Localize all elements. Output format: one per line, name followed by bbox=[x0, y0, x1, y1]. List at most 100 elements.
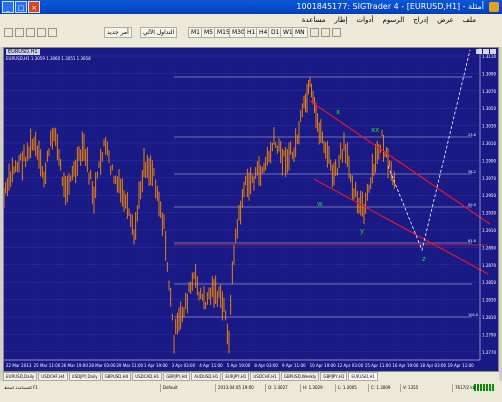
date-label: 25 Mar 11:00 bbox=[34, 363, 61, 368]
chart-tab[interactable]: EURJPY,H1 bbox=[222, 372, 250, 381]
chart-tab[interactable]: AUDUSD,H1 bbox=[191, 372, 222, 381]
connection-icon bbox=[474, 384, 494, 391]
date-label: 26 Mar 19:00 bbox=[61, 363, 88, 368]
chart-tab-active[interactable]: EURUSD,H1 bbox=[348, 372, 378, 381]
channel-upper-line bbox=[309, 100, 491, 225]
date-label: 12 Apr 03:00 bbox=[337, 363, 364, 368]
status-datetime: 2013.04.05 19:00 bbox=[215, 384, 254, 392]
fib-label: 61.8 bbox=[468, 239, 476, 243]
chart-tab[interactable]: USDCHF,H1 bbox=[250, 372, 280, 381]
new-chart-icon[interactable] bbox=[4, 28, 13, 37]
price-scale: 1.3110 1.3090 1.3070 1.3050 1.3030 1.3010 1.29… bbox=[479, 48, 496, 360]
chart-tab[interactable]: GBPUSD,Weekly bbox=[280, 372, 320, 381]
wave-label-z: z bbox=[422, 255, 426, 263]
status-high: H: 1.3029 bbox=[300, 384, 323, 392]
status-close: C: 1.3009 bbox=[368, 384, 390, 392]
menu-file[interactable]: ملف bbox=[463, 14, 476, 26]
wave-label-xx: xx bbox=[371, 126, 379, 134]
market-watch-icon[interactable] bbox=[26, 28, 35, 37]
menu-view[interactable]: عرض bbox=[437, 14, 454, 26]
new-order-button[interactable]: أمر جديد bbox=[104, 27, 132, 38]
menu-insert[interactable]: إدراج bbox=[413, 14, 428, 26]
price-label: 1.3070 bbox=[482, 89, 496, 94]
fib-label: 100.0 bbox=[468, 313, 478, 317]
status-volume: V: 1355 bbox=[400, 384, 418, 392]
price-label: 1.3010 bbox=[482, 141, 496, 146]
menu-help[interactable]: مساعدة bbox=[302, 14, 326, 26]
profiles-icon[interactable] bbox=[15, 28, 24, 37]
status-open: O: 1.3027 bbox=[265, 384, 288, 392]
channel-lower-line bbox=[313, 178, 489, 275]
menu-bar: ملف عرض إدراج الرسوم أدوات إطار مساعدة bbox=[0, 14, 502, 26]
chart-tabs: EURUSD,Daily USDCHF,H4 USDJPY,Daily GBPU… bbox=[3, 372, 499, 381]
window-controls: _ □ × bbox=[2, 1, 40, 13]
menu-charts[interactable]: الرسوم bbox=[382, 14, 404, 26]
wave-label-x: x bbox=[336, 108, 340, 116]
price-label: 1.2810 bbox=[482, 315, 496, 320]
fib-label: 50.0 bbox=[468, 203, 476, 207]
navigator-icon[interactable] bbox=[37, 28, 46, 37]
wave-label-y: y bbox=[360, 227, 364, 235]
date-label: 19 Apr 11:00 bbox=[448, 363, 475, 368]
date-label: 8 Apr 03:00 bbox=[254, 363, 278, 368]
menu-tools[interactable]: أدوات bbox=[357, 14, 374, 26]
crosshair-icon[interactable] bbox=[332, 28, 341, 37]
wave-label-w: w bbox=[317, 200, 323, 208]
price-label: 1.2890 bbox=[482, 245, 496, 250]
price-label: 1.2970 bbox=[482, 176, 496, 181]
chart-tab[interactable]: USDCHF,H4 bbox=[38, 372, 68, 381]
price-label: 1.3030 bbox=[482, 124, 496, 129]
fib-label: 23.6 bbox=[468, 133, 476, 137]
date-label: 3 Apr 03:00 bbox=[172, 363, 196, 368]
price-label: 1.2790 bbox=[482, 332, 496, 337]
date-label: 22 Mar 2013 bbox=[6, 363, 32, 368]
terminal-icon[interactable] bbox=[48, 28, 57, 37]
date-label: 4 Apr 11:00 bbox=[199, 363, 223, 368]
close-icon[interactable]: × bbox=[28, 1, 40, 13]
window-title: 1001845177: SIGTrader 4 - [EURUSD,H1] - … bbox=[296, 2, 484, 11]
fibonacci-levels: 23.6 38.2 50.0 61.8 100.0 bbox=[174, 76, 478, 318]
price-label: 1.3050 bbox=[482, 106, 496, 111]
time-scale: 22 Mar 2013 25 Mar 11:00 26 Mar 19:00 28 Ma… bbox=[4, 359, 480, 368]
date-label: 5 Apr 19:00 bbox=[227, 363, 251, 368]
date-label: 15 Apr 11:00 bbox=[365, 363, 392, 368]
status-bar: للمساعدة اضغط F1 Default 2013.04.05 19:0… bbox=[0, 381, 502, 402]
price-label: 1.2830 bbox=[482, 298, 496, 303]
app-icon bbox=[489, 2, 499, 12]
price-chart[interactable]: 23.6 38.2 50.0 61.8 100.0 1.3110 1.3090 1.3070… bbox=[4, 48, 498, 370]
fib-label: 38.2 bbox=[468, 170, 476, 174]
price-label: 1.2770 bbox=[482, 350, 496, 355]
channel-lines bbox=[174, 100, 491, 275]
minimize-icon[interactable]: _ bbox=[2, 1, 14, 13]
chart-tab[interactable]: EURUSD,Daily bbox=[3, 372, 38, 381]
status-help: للمساعدة اضغط F1 bbox=[4, 385, 38, 390]
zoom-in-icon[interactable] bbox=[310, 28, 319, 37]
price-label: 1.2910 bbox=[482, 228, 496, 233]
chart-tab[interactable]: GBPJPY,H4 bbox=[163, 372, 191, 381]
autotrade-button[interactable]: التداول الآلي bbox=[140, 27, 178, 38]
price-label: 1.2850 bbox=[482, 280, 496, 285]
menu-window[interactable]: إطار bbox=[334, 14, 347, 26]
date-label: 10 Apr 19:00 bbox=[310, 363, 337, 368]
price-label: 1.3110 bbox=[482, 54, 496, 59]
chart-tab[interactable]: USDJPY,Daily bbox=[68, 372, 101, 381]
status-low: L: 1.3005 bbox=[335, 384, 357, 392]
chart-tab[interactable]: GBPUSD,H4 bbox=[101, 372, 132, 381]
date-label: 9 Apr 11:00 bbox=[282, 363, 306, 368]
date-label: 18 Apr 03:00 bbox=[420, 363, 447, 368]
toolbar: أمر جديد التداول الآلي M1 M5 M15 M30 H1 … bbox=[0, 26, 502, 40]
status-traffic: 7617/2 kb bbox=[452, 384, 475, 392]
chart-tab[interactable]: GBPJPY,H1 bbox=[320, 372, 348, 381]
zoom-out-icon[interactable] bbox=[321, 28, 330, 37]
date-label: 1 Apr 19:00 bbox=[144, 363, 168, 368]
price-label: 1.2990 bbox=[482, 158, 496, 163]
projection-path bbox=[387, 49, 471, 252]
timeframe-mn[interactable]: MN bbox=[292, 27, 308, 38]
price-label: 1.2930 bbox=[482, 211, 496, 216]
chart-tab[interactable]: USDCAD,H1 bbox=[132, 372, 163, 381]
maximize-icon[interactable]: □ bbox=[15, 1, 27, 13]
toolbar-secondary bbox=[0, 39, 502, 47]
price-label: 1.3090 bbox=[482, 71, 496, 76]
projection-dashed-line bbox=[387, 49, 471, 252]
date-label: 28 Mar 03:00 bbox=[89, 363, 116, 368]
